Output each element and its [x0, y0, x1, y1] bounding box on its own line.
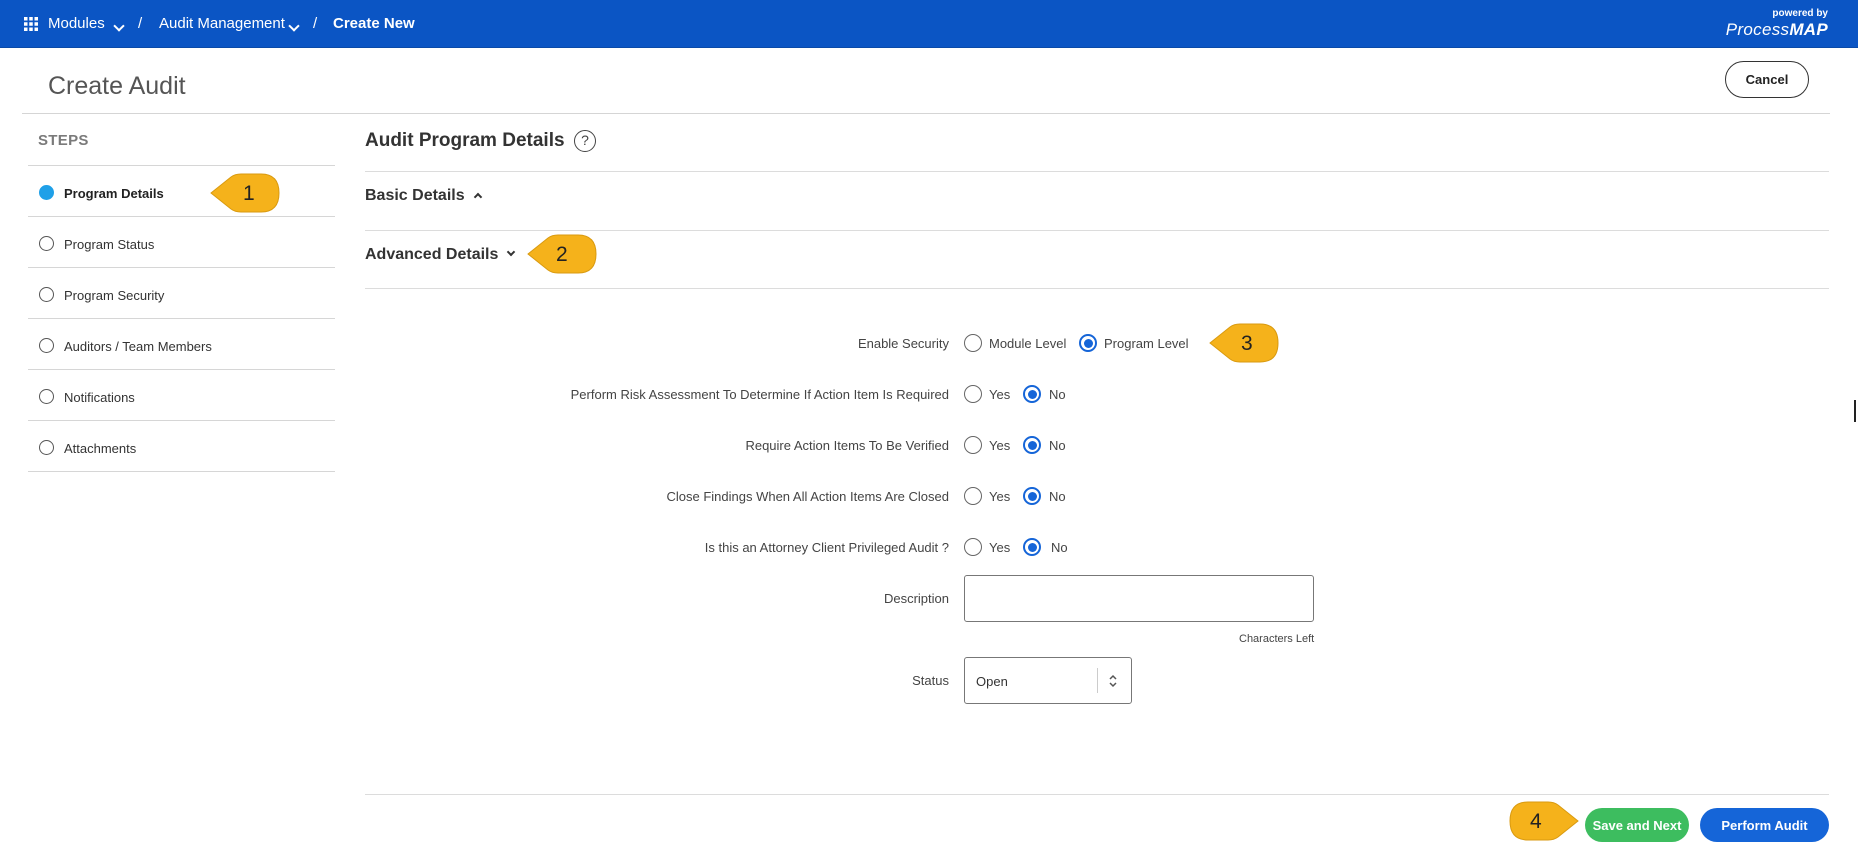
- radio-label: Yes: [989, 540, 1011, 555]
- advanced-details-toggle[interactable]: Advanced Details: [365, 246, 516, 264]
- risk-assessment-label: Perform Risk Assessment To Determine If …: [570, 387, 949, 402]
- step-program-status[interactable]: Program Status: [28, 216, 335, 267]
- caret-down-icon: [507, 247, 516, 257]
- page-title: Create Audit: [48, 72, 186, 100]
- step-label: Attachments: [64, 441, 137, 456]
- breadcrumb-modules[interactable]: Modules: [48, 15, 105, 32]
- section-divider: [365, 171, 1829, 172]
- step-program-details[interactable]: Program Details: [28, 165, 335, 216]
- radio-verified-no[interactable]: [1023, 436, 1041, 454]
- step-indicator: [39, 338, 54, 353]
- select-arrows-icon: [1109, 674, 1117, 688]
- step-indicator: [39, 389, 54, 404]
- callout-marker-3: 3: [1208, 322, 1280, 364]
- description-label: Description: [883, 591, 949, 606]
- powered-by-text: powered by: [1772, 8, 1828, 19]
- radio-label: No: [1049, 489, 1066, 504]
- radio-attorney-no[interactable]: [1023, 538, 1041, 556]
- require-verified-label: Require Action Items To Be Verified: [745, 438, 949, 453]
- radio-label: Program Level: [1104, 336, 1189, 351]
- radio-label: Yes: [989, 387, 1011, 402]
- cancel-button[interactable]: Cancel: [1725, 61, 1809, 98]
- attorney-privileged-label: Is this an Attorney Client Privileged Au…: [704, 540, 949, 555]
- breadcrumb-separator: /: [138, 15, 143, 32]
- radio-label: No: [1049, 387, 1066, 402]
- select-divider: [1097, 668, 1098, 693]
- step-label: Notifications: [64, 390, 135, 405]
- radio-module-level[interactable]: [964, 334, 982, 352]
- step-indicator: [39, 287, 54, 302]
- basic-details-toggle[interactable]: Basic Details: [365, 187, 482, 205]
- status-label: Status: [912, 673, 949, 688]
- steps-title: STEPS: [38, 132, 89, 149]
- advanced-details-label: Advanced Details: [365, 246, 499, 263]
- description-field[interactable]: [964, 575, 1314, 622]
- radio-label: Module Level: [989, 336, 1067, 351]
- step-auditors-team-members[interactable]: Auditors / Team Members: [28, 318, 335, 369]
- callout-marker-2: 2: [526, 233, 598, 275]
- radio-attorney-yes[interactable]: [964, 538, 982, 556]
- step-program-security[interactable]: Program Security: [28, 267, 335, 318]
- radio-verified-yes[interactable]: [964, 436, 982, 454]
- text-cursor-icon: [1854, 400, 1856, 422]
- breadcrumb-audit-management[interactable]: Audit Management: [159, 15, 285, 32]
- step-indicator: [39, 440, 54, 455]
- status-select[interactable]: Open: [964, 657, 1132, 704]
- radio-label: No: [1051, 540, 1068, 555]
- close-findings-label: Close Findings When All Action Items Are…: [666, 489, 949, 504]
- radio-program-level[interactable]: [1079, 334, 1097, 352]
- caret-up-icon: [473, 192, 482, 202]
- perform-audit-button[interactable]: Perform Audit: [1700, 808, 1829, 842]
- chevron-down-icon[interactable]: [288, 20, 300, 32]
- step-label: Program Status: [64, 237, 155, 252]
- status-value: Open: [976, 674, 1008, 689]
- characters-left-text: Characters Left: [1239, 633, 1315, 645]
- footer-divider: [365, 794, 1829, 795]
- header-divider: [22, 113, 1830, 114]
- radio-label: Yes: [989, 489, 1011, 504]
- top-nav-bar: Modules / Audit Management / Create New …: [0, 0, 1858, 48]
- callout-marker-1: 1: [209, 172, 281, 214]
- step-indicator: [39, 236, 54, 251]
- radio-close-no[interactable]: [1023, 487, 1041, 505]
- enable-security-label: Enable Security: [857, 336, 949, 351]
- section-title: Audit Program Details: [365, 130, 565, 151]
- breadcrumb-separator: /: [313, 15, 318, 32]
- save-and-next-button[interactable]: Save and Next: [1585, 808, 1689, 842]
- help-icon[interactable]: ?: [574, 130, 596, 152]
- chevron-down-icon[interactable]: [113, 20, 125, 32]
- callout-marker-4: 4: [1508, 800, 1580, 842]
- grid-icon[interactable]: [24, 17, 38, 31]
- step-notifications[interactable]: Notifications: [28, 369, 335, 420]
- radio-risk-no[interactable]: [1023, 385, 1041, 403]
- radio-close-yes[interactable]: [964, 487, 982, 505]
- processmap-logo: powered by ProcessMAP: [1726, 8, 1828, 40]
- step-label: Program Details: [64, 186, 164, 201]
- step-indicator-active: [39, 185, 54, 200]
- radio-label: No: [1049, 438, 1066, 453]
- section-divider: [365, 288, 1829, 289]
- breadcrumb-create-new: Create New: [333, 15, 415, 32]
- step-label: Auditors / Team Members: [64, 339, 212, 354]
- section-divider: [365, 230, 1829, 231]
- steps-divider: [28, 471, 335, 472]
- radio-risk-yes[interactable]: [964, 385, 982, 403]
- radio-label: Yes: [989, 438, 1011, 453]
- basic-details-label: Basic Details: [365, 187, 465, 204]
- step-attachments[interactable]: Attachments: [28, 420, 335, 471]
- brand-name: ProcessMAP: [1725, 20, 1828, 39]
- step-label: Program Security: [64, 288, 165, 303]
